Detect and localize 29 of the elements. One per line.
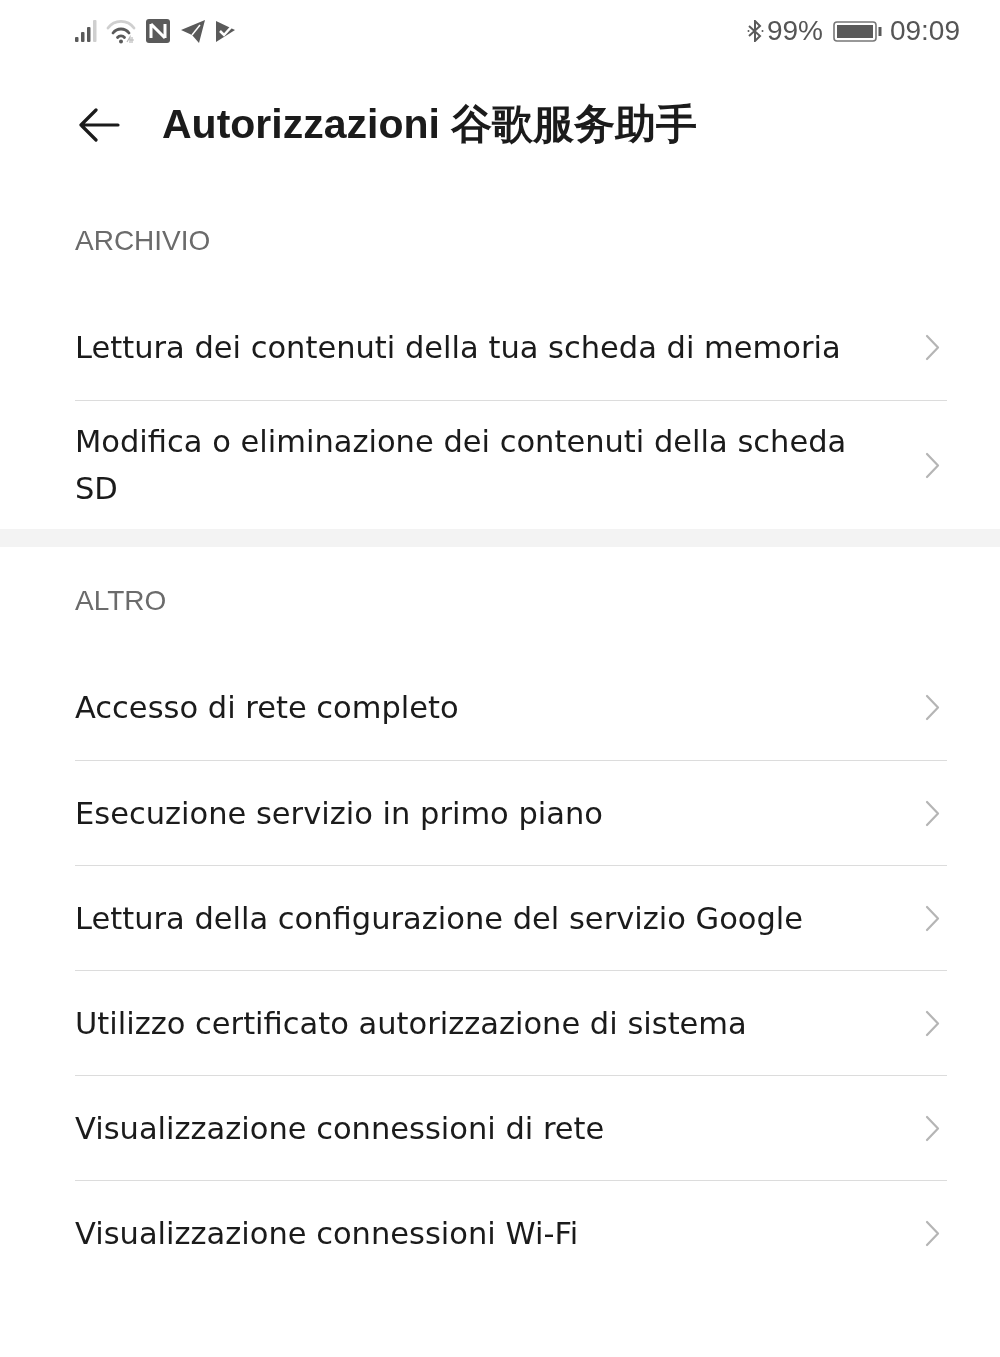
bluetooth-icon (746, 20, 764, 42)
permission-item[interactable]: Esecuzione servizio in primo piano (75, 760, 947, 865)
nfc-icon (145, 18, 171, 44)
chevron-right-icon (925, 1114, 940, 1142)
chevron-right-icon (925, 799, 940, 827)
permission-item[interactable]: Lettura dei contenuti della tua scheda di memoria (75, 295, 947, 400)
back-button[interactable] (78, 107, 120, 142)
page-title: Autorizzazioni 谷歌服务助手 (162, 99, 698, 149)
clock-time: 09:09 (889, 17, 960, 45)
chevron-right-icon (925, 1219, 940, 1247)
permission-item[interactable]: Accesso di rete completo (75, 655, 947, 760)
check-flag-icon (215, 19, 236, 43)
wifi-icon (106, 18, 136, 44)
chevron-right-icon (925, 904, 940, 932)
section-header: ALTRO (75, 587, 167, 615)
back-arrow-icon (78, 107, 120, 142)
signal-icon (75, 20, 97, 42)
paper-plane-icon (180, 18, 206, 44)
chevron-right-icon (925, 694, 940, 721)
permission-item[interactable]: Visualizzazione connessioni di rete (75, 1075, 947, 1180)
battery-percentage: 99% (766, 17, 823, 45)
permission-item[interactable]: Visualizzazione connessioni Wi-Fi (75, 1180, 947, 1285)
chevron-right-icon (925, 334, 940, 361)
section-header: ARCHIVIO (75, 227, 211, 255)
chevron-right-icon (925, 451, 940, 479)
battery-icon (832, 20, 882, 42)
permission-item[interactable]: Utilizzo certificato autorizzazione di sistema (75, 970, 947, 1075)
permission-item[interactable]: Lettura della configurazione del servizio Google (75, 865, 947, 970)
chevron-right-icon (925, 1009, 940, 1037)
